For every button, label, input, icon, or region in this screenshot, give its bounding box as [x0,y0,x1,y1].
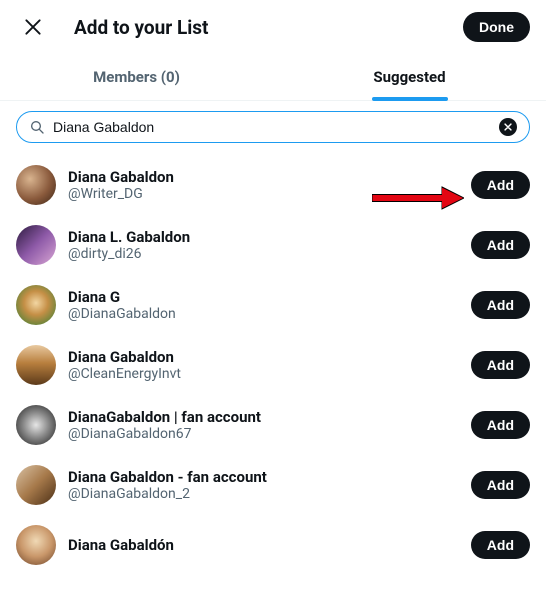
user-row[interactable]: Diana Gabaldón Add [16,515,530,575]
user-handle: @DianaGabaldon_2 [68,486,459,502]
avatar [16,345,56,385]
suggested-list: Diana Gabaldon @Writer_DG Add Diana L. G… [0,155,546,575]
add-button[interactable]: Add [471,291,530,319]
add-button[interactable]: Add [471,231,530,259]
done-button[interactable]: Done [463,12,530,42]
avatar [16,525,56,565]
user-display-name: DianaGabaldon | fan account [68,408,459,426]
search-field[interactable] [16,111,530,143]
clear-search-button[interactable] [499,118,517,136]
user-handle: @dirty_di26 [68,246,459,262]
user-display-name: Diana Gabaldon [68,168,459,186]
user-handle: @CleanEnergyInvt [68,366,459,382]
close-icon [23,17,43,37]
tabs: Members (0) Suggested [0,54,546,101]
user-row[interactable]: Diana Gabaldon @Writer_DG Add [16,155,530,215]
user-handle: @DianaGabaldon67 [68,426,459,442]
user-handle: @Writer_DG [68,186,459,202]
user-row[interactable]: Diana L. Gabaldon @dirty_di26 Add [16,215,530,275]
add-button[interactable]: Add [471,471,530,499]
user-row[interactable]: Diana G @DianaGabaldon Add [16,275,530,335]
avatar [16,165,56,205]
user-row[interactable]: Diana Gabaldon - fan account @DianaGabal… [16,455,530,515]
page-title: Add to your List [74,16,439,39]
user-row[interactable]: DianaGabaldon | fan account @DianaGabald… [16,395,530,455]
add-button[interactable]: Add [471,171,530,199]
user-handle: @DianaGabaldon [68,306,459,322]
user-row[interactable]: Diana Gabaldon @CleanEnergyInvt Add [16,335,530,395]
avatar [16,225,56,265]
tab-members[interactable]: Members (0) [0,54,273,100]
add-button[interactable]: Add [471,411,530,439]
user-display-name: Diana Gabaldón [68,536,459,554]
search-input[interactable] [53,119,491,135]
search-icon [29,119,45,135]
clear-icon [503,122,513,132]
user-display-name: Diana Gabaldon - fan account [68,468,459,486]
avatar [16,405,56,445]
tab-suggested[interactable]: Suggested [273,54,546,100]
user-display-name: Diana G [68,288,459,306]
user-display-name: Diana Gabaldon [68,348,459,366]
add-button[interactable]: Add [471,531,530,559]
close-button[interactable] [16,10,50,44]
avatar [16,465,56,505]
user-display-name: Diana L. Gabaldon [68,228,459,246]
add-button[interactable]: Add [471,351,530,379]
avatar [16,285,56,325]
